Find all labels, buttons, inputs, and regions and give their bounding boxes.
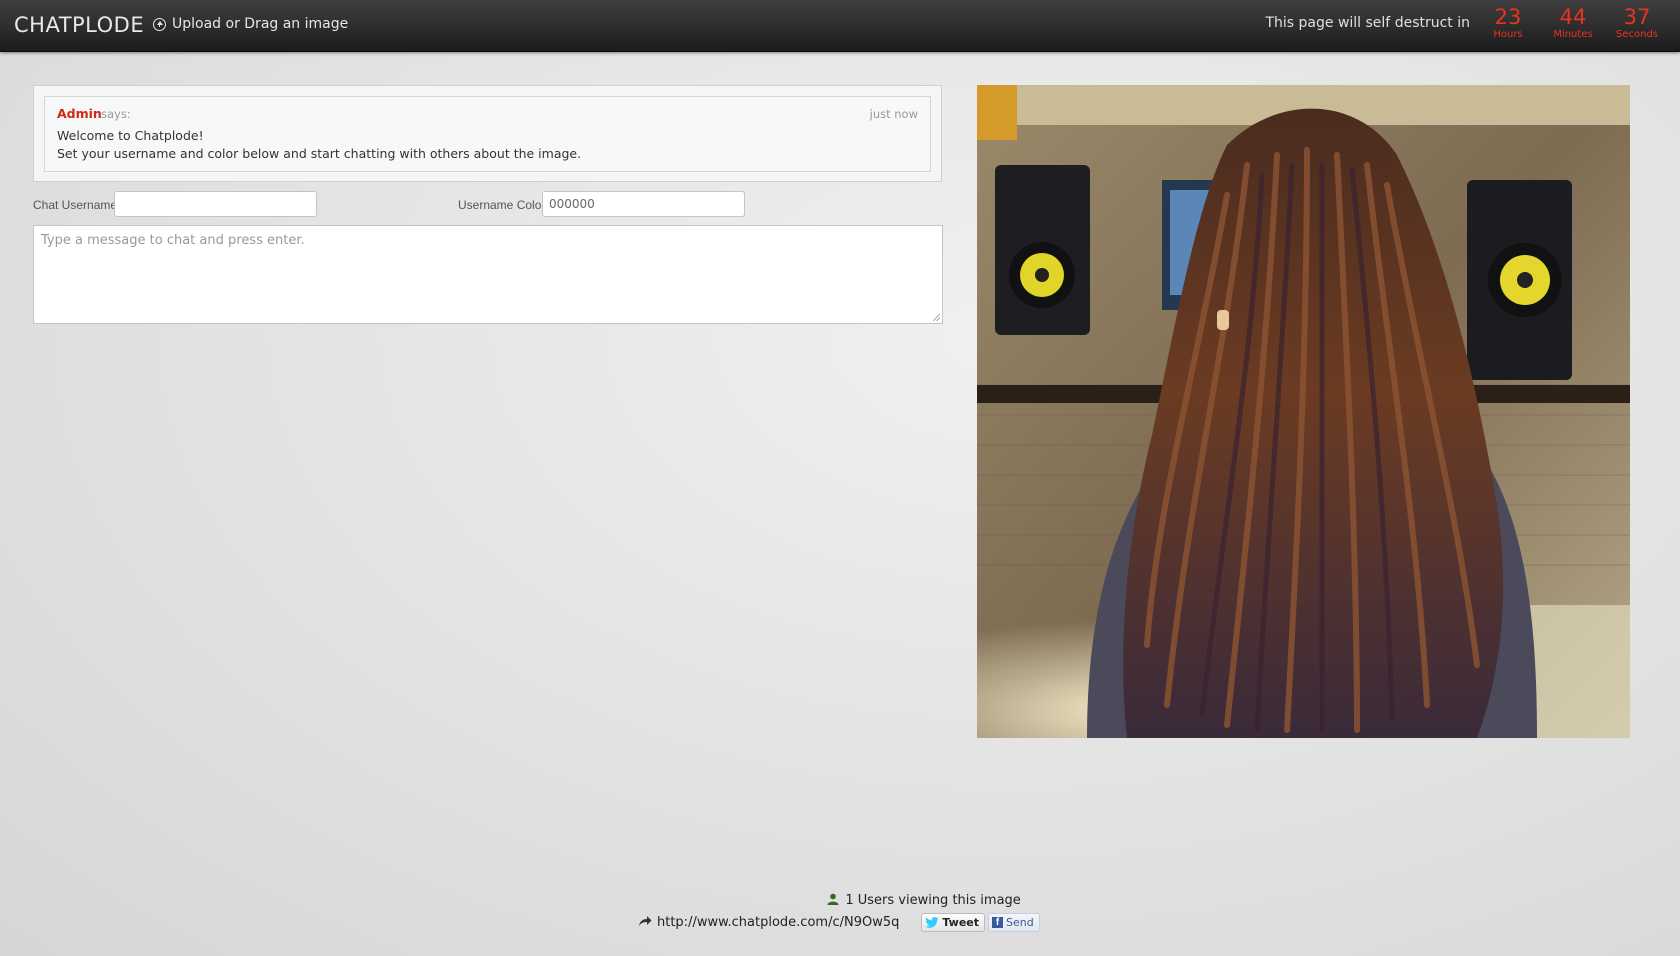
chat-username-label: Chat Username bbox=[33, 198, 118, 212]
countdown-hours: 23 Hours bbox=[1482, 5, 1534, 41]
chat-log[interactable]: Admin says: just now Welcome to Chatplod… bbox=[33, 85, 942, 182]
resize-grip-icon[interactable] bbox=[933, 314, 940, 321]
send-label: Send bbox=[1006, 916, 1034, 929]
facebook-icon: f bbox=[992, 917, 1004, 928]
upload-label: Upload or Drag an image bbox=[172, 16, 349, 32]
top-bar: CHATPLODE Upload or Drag an image This p… bbox=[0, 0, 1680, 52]
countdown-hours-value: 23 bbox=[1494, 5, 1522, 29]
username-color-input[interactable]: 000000 bbox=[542, 191, 745, 217]
viewers-text: 1 Users viewing this image bbox=[845, 893, 1021, 908]
message-says: says: bbox=[101, 107, 131, 121]
tweet-label: Tweet bbox=[942, 916, 980, 929]
chat-username-input[interactable] bbox=[114, 191, 317, 217]
countdown-minutes-unit: Minutes bbox=[1553, 29, 1593, 40]
countdown-minutes: 44 Minutes bbox=[1547, 5, 1599, 41]
twitter-bird-icon bbox=[925, 917, 939, 928]
username-color-label: Username Color bbox=[458, 198, 546, 212]
countdown-seconds-value: 37 bbox=[1623, 5, 1651, 29]
message-timestamp: just now bbox=[869, 107, 918, 121]
shared-image-illustration bbox=[977, 85, 1630, 738]
upload-button[interactable]: Upload or Drag an image bbox=[153, 16, 348, 32]
tweet-button[interactable]: Tweet bbox=[921, 913, 986, 932]
countdown-minutes-value: 44 bbox=[1559, 5, 1587, 29]
self-destruct-text: This page will self destruct in bbox=[1265, 15, 1470, 31]
message-line-2: Set your username and color below and st… bbox=[57, 146, 582, 161]
upload-icon bbox=[153, 17, 166, 31]
chat-message: Admin says: just now Welcome to Chatplod… bbox=[44, 96, 931, 172]
message-input-placeholder: Type a message to chat and press enter. bbox=[41, 233, 305, 248]
countdown-seconds-unit: Seconds bbox=[1615, 29, 1658, 40]
share-url[interactable]: http://www.chatplode.com/c/N9Ow5q bbox=[657, 915, 899, 930]
shared-image bbox=[977, 85, 1630, 738]
share-bar: http://www.chatplode.com/c/N9Ow5q Tweet … bbox=[638, 913, 1040, 932]
message-username: Admin bbox=[57, 106, 102, 121]
viewers-count: 1 Users viewing this image bbox=[0, 893, 1680, 908]
brand-logo[interactable]: CHATPLODE bbox=[14, 13, 144, 37]
countdown-hours-unit: Hours bbox=[1493, 29, 1523, 40]
countdown-seconds: 37 Seconds bbox=[1611, 5, 1663, 41]
message-line-1: Welcome to Chatplode! bbox=[57, 128, 204, 143]
user-icon bbox=[827, 893, 839, 905]
share-arrow-icon bbox=[638, 915, 652, 931]
facebook-send-button[interactable]: f Send bbox=[988, 913, 1040, 932]
message-input[interactable]: Type a message to chat and press enter. bbox=[33, 225, 943, 324]
